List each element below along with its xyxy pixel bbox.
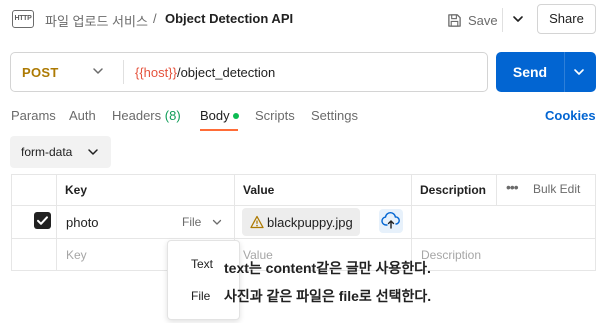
save-options-chevron-icon[interactable] (508, 9, 528, 29)
save-icon (448, 13, 461, 27)
chevron-down-icon[interactable] (86, 145, 100, 159)
checkmark-icon (37, 216, 48, 225)
dropdown-option-file[interactable]: File (191, 289, 210, 303)
breadcrumb-collection[interactable]: 파일 업로드 서비스 (45, 11, 148, 30)
request-title[interactable]: Object Detection API (165, 11, 293, 26)
url-input[interactable]: {{host}}/object_detection (135, 65, 275, 80)
file-name: blackpuppy.jpg (267, 215, 353, 230)
row-enabled-checkbox[interactable] (34, 212, 51, 229)
tab-params[interactable]: Params (11, 108, 56, 123)
dropdown-option-text[interactable]: Text (191, 257, 213, 271)
divider (502, 8, 503, 32)
headers-count-badge: (8) (164, 108, 181, 123)
active-tab-underline (200, 129, 238, 131)
url-path: /object_detection (176, 65, 276, 80)
send-label[interactable]: Send (496, 52, 564, 92)
breadcrumb-separator: / (153, 11, 157, 26)
upload-button[interactable] (379, 209, 403, 233)
bulk-edit-button[interactable]: Bulk Edit (533, 182, 580, 196)
key-field[interactable]: photo (66, 215, 99, 230)
send-options-chevron-icon[interactable] (571, 64, 587, 80)
url-variable: {{host}} (135, 65, 177, 80)
table-divider (56, 174, 57, 271)
save-label: Save (468, 12, 498, 28)
warning-icon (250, 215, 264, 229)
tab-body[interactable]: Body (200, 108, 230, 123)
table-divider (11, 238, 596, 239)
tab-settings[interactable]: Settings (311, 108, 358, 123)
save-button[interactable]: Save (447, 8, 498, 32)
http-request-icon: HTTP (12, 10, 34, 28)
table-divider (411, 174, 412, 271)
method-select[interactable]: POST (22, 65, 59, 80)
column-header-description: Description (420, 183, 487, 197)
divider (564, 52, 565, 92)
body-indicator-dot (233, 113, 239, 119)
column-header-value: Value (243, 183, 275, 197)
chevron-down-icon[interactable] (91, 64, 105, 78)
share-button[interactable]: Share (537, 4, 596, 34)
annotation-text-option: text는 content같은 글만 사용한다. (224, 260, 431, 276)
cookies-link[interactable]: Cookies (545, 108, 596, 123)
table-divider (11, 205, 596, 206)
key-placeholder[interactable]: Key (66, 248, 87, 262)
field-type-dropdown (167, 240, 240, 320)
more-options-icon[interactable]: ••• (506, 179, 519, 195)
chevron-down-icon[interactable] (211, 216, 223, 228)
cloud-upload-icon (381, 212, 400, 229)
annotation-file-option: 사진과 같은 파일은 file로 선택한다. (224, 288, 432, 304)
field-type-select[interactable]: File (182, 215, 201, 229)
table-divider (496, 174, 497, 205)
divider (123, 60, 124, 84)
tab-auth[interactable]: Auth (69, 108, 96, 123)
tab-headers[interactable]: Headers (8) (112, 108, 181, 123)
column-header-key: Key (65, 183, 88, 197)
tab-headers-label: Headers (112, 108, 162, 123)
tab-scripts[interactable]: Scripts (255, 108, 295, 123)
body-mode-label: form-data (21, 145, 73, 159)
